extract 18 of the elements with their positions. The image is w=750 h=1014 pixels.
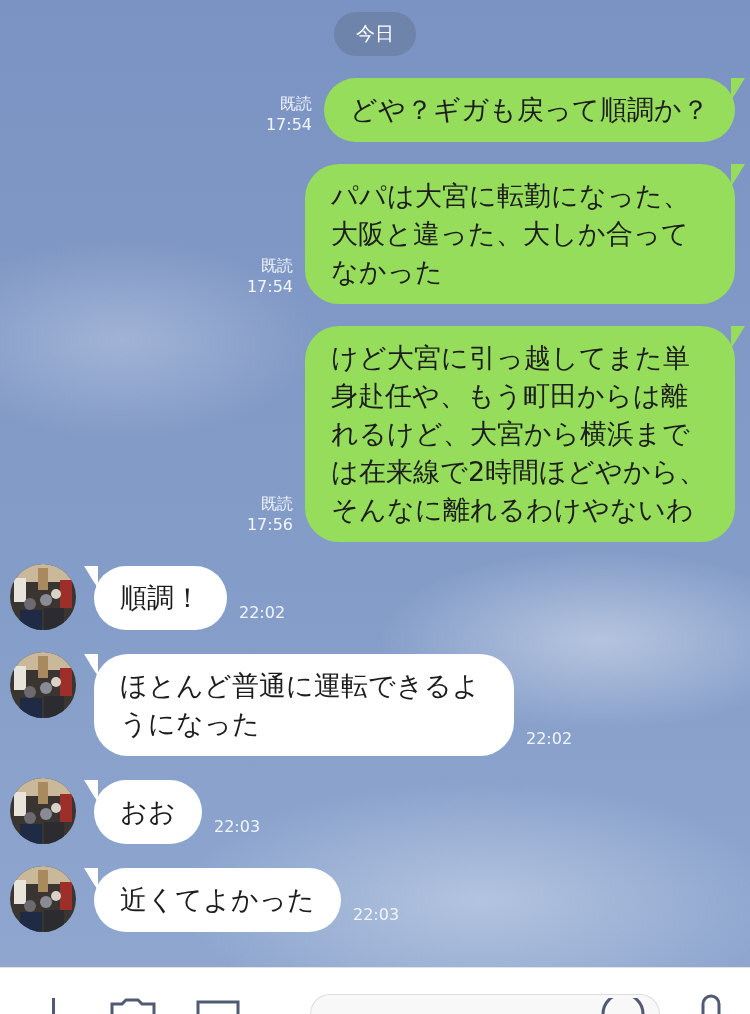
message-time: 22:02	[526, 729, 573, 748]
read-receipt: 既読	[261, 494, 293, 516]
read-receipt: 既読	[280, 94, 312, 116]
read-receipt: 既読	[261, 256, 293, 278]
message-bubble: どや？ギガも戻って順調か？	[324, 78, 735, 142]
message-time: 17:56	[246, 515, 293, 536]
message-time: 22:03	[353, 905, 400, 924]
message-bubble: パパは大宮に転勤になった、大阪と違った、大しか合ってなかった	[305, 164, 735, 304]
message-bubble: おお	[94, 780, 202, 844]
message-bubble: 順調！	[94, 566, 227, 630]
message-time: 17:54	[246, 277, 293, 298]
message-time: 22:03	[214, 817, 261, 836]
date-label: 今日	[334, 12, 416, 56]
message-time: 22:02	[239, 603, 286, 622]
message-time: 17:54	[265, 115, 312, 136]
message-bubble: けど大宮に引っ越してまた単身赴任や、もう町田からは離れるけど、大宮から横浜までは在来線で2時間ほどやから、そんなに離れるわけやないわ	[305, 326, 735, 542]
message-bubble: ほとんど普通に運転できるようになった	[94, 654, 514, 756]
message-bubble: 近くてよかった	[94, 868, 341, 932]
